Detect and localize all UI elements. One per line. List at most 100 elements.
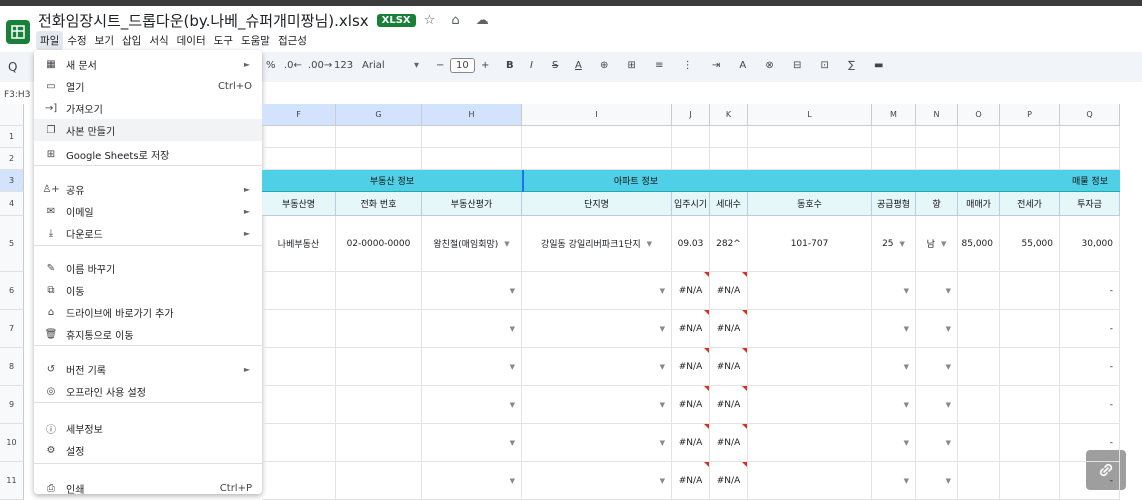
dropdown-chevron-icon[interactable]: ▼ [510, 363, 515, 371]
document-title[interactable]: 전화임장시트_드롭다운(by.나베_슈퍼개미짱님).xlsx [38, 10, 369, 31]
column-label[interactable]: 부동산명 [262, 192, 336, 216]
data-cell[interactable]: #N/A [710, 424, 748, 462]
percent-format-button[interactable]: % [266, 60, 276, 71]
sheets-logo-icon[interactable] [6, 20, 30, 44]
decrease-font-button[interactable]: − [436, 60, 444, 71]
dropdown-chevron-icon[interactable]: ▼ [946, 439, 951, 447]
cell[interactable] [262, 148, 336, 170]
dropdown-chevron-icon[interactable]: ▼ [660, 439, 665, 447]
data-cell[interactable]: ▼ [872, 462, 916, 500]
file-menu-item-16[interactable]: ⎙ 인쇄 Ctrl+P [34, 477, 262, 499]
cell[interactable] [522, 126, 672, 148]
column-label[interactable]: 향 [916, 192, 958, 216]
dropdown-chevron-icon[interactable]: ▼ [904, 439, 909, 447]
data-cell[interactable]: - [1060, 424, 1120, 462]
data-cell[interactable]: - [1060, 386, 1120, 424]
column-header-m[interactable]: M [872, 104, 916, 126]
data-cell[interactable] [262, 272, 336, 310]
dropdown-chevron-icon[interactable]: ▼ [510, 287, 515, 295]
data-cell[interactable]: ▼ [522, 386, 672, 424]
menu-4[interactable]: 서식 [145, 31, 172, 50]
dropdown-chevron-icon[interactable]: ▼ [510, 401, 515, 409]
data-cell[interactable]: #N/A [672, 424, 710, 462]
data-cell[interactable]: ▼ [522, 348, 672, 386]
cell[interactable] [1060, 148, 1120, 170]
dropdown-chevron-icon[interactable]: ▼ [946, 477, 951, 485]
data-cell[interactable]: 85,000 [958, 216, 1000, 272]
column-header-p[interactable]: P [1000, 104, 1060, 126]
file-menu-item-2[interactable]: →] 가져오기 [34, 97, 262, 119]
data-cell[interactable]: ▼ [422, 310, 522, 348]
data-cell[interactable]: 30,000 [1060, 216, 1120, 272]
file-menu-item-3[interactable]: ❐ 사본 만들기 [34, 119, 262, 141]
file-menu-item-8[interactable]: ✎ 이름 바꾸기 [34, 257, 262, 279]
column-label[interactable]: 세대수 [710, 192, 748, 216]
data-cell[interactable] [336, 424, 422, 462]
column-header-i[interactable]: I [522, 104, 672, 126]
data-cell[interactable]: #N/A [710, 272, 748, 310]
column-label[interactable]: 전화 번호 [336, 192, 422, 216]
data-cell[interactable] [748, 348, 872, 386]
dropdown-chevron-icon[interactable]: ▼ [510, 325, 515, 333]
dropdown-chevron-icon[interactable]: ▼ [504, 240, 509, 248]
data-cell[interactable]: ▼ [916, 310, 958, 348]
data-cell[interactable] [1000, 386, 1060, 424]
menu-5[interactable]: 데이터 [173, 31, 210, 50]
dropdown-chevron-icon[interactable]: ▼ [941, 240, 946, 248]
data-cell[interactable]: ▼ [872, 424, 916, 462]
data-cell[interactable]: ▼ [422, 348, 522, 386]
data-cell[interactable]: 25 ▼ [872, 216, 916, 272]
dropdown-chevron-icon[interactable]: ▼ [946, 363, 951, 371]
italic-button[interactable]: I [530, 60, 533, 71]
dropdown-chevron-icon[interactable]: ▼ [660, 401, 665, 409]
cell[interactable] [522, 148, 672, 170]
data-cell[interactable]: ▼ [916, 386, 958, 424]
cell[interactable] [336, 126, 422, 148]
file-menu-item-12[interactable]: ↺ 버전 기록 ► [34, 358, 262, 380]
data-cell[interactable] [958, 348, 1000, 386]
data-cell[interactable] [336, 348, 422, 386]
data-cell[interactable]: ▼ [522, 424, 672, 462]
cell[interactable] [1000, 126, 1060, 148]
row-header-2[interactable]: 2 [0, 148, 24, 170]
cell[interactable] [872, 126, 916, 148]
column-label[interactable]: 동호수 [748, 192, 872, 216]
increase-font-button[interactable]: + [481, 60, 489, 71]
column-header-l[interactable]: L [748, 104, 872, 126]
column-header-q[interactable]: Q [1060, 104, 1120, 126]
data-cell[interactable]: ▼ [916, 462, 958, 500]
cell[interactable] [710, 126, 748, 148]
cell[interactable] [262, 126, 336, 148]
dropdown-chevron-icon[interactable]: ▼ [510, 477, 515, 485]
dropdown-chevron-icon[interactable]: ▼ [904, 401, 909, 409]
data-cell[interactable] [336, 462, 422, 500]
cell[interactable] [422, 126, 522, 148]
data-cell[interactable]: ▼ [422, 386, 522, 424]
column-label[interactable]: 전세가 [1000, 192, 1060, 216]
cell[interactable] [672, 148, 710, 170]
data-cell[interactable]: ▼ [916, 424, 958, 462]
row-header-8[interactable]: 8 [0, 348, 24, 386]
dropdown-chevron-icon[interactable]: ▼ [660, 325, 665, 333]
data-cell[interactable] [748, 462, 872, 500]
cell[interactable] [422, 148, 522, 170]
data-cell[interactable]: ▼ [422, 462, 522, 500]
column-label[interactable]: 매매가 [958, 192, 1000, 216]
data-cell[interactable] [958, 424, 1000, 462]
file-menu-item-5[interactable]: ♙+ 공유 ► [34, 178, 262, 200]
dropdown-chevron-icon[interactable]: ▼ [647, 240, 652, 248]
data-cell[interactable]: 101-707 [748, 216, 872, 272]
data-cell[interactable] [958, 272, 1000, 310]
font-dropdown-icon[interactable]: ▾ [414, 60, 419, 71]
data-cell[interactable] [262, 386, 336, 424]
dropdown-chevron-icon[interactable]: ▼ [904, 363, 909, 371]
menu-0[interactable]: 파일 [36, 31, 64, 50]
data-cell[interactable] [748, 272, 872, 310]
file-menu-item-1[interactable]: ▭ 열기 Ctrl+O [34, 75, 262, 97]
column-label[interactable]: 단지명 [522, 192, 672, 216]
data-cell[interactable] [262, 348, 336, 386]
data-cell[interactable] [336, 310, 422, 348]
data-cell[interactable] [336, 386, 422, 424]
file-menu-item-9[interactable]: ⧉ 이동 [34, 279, 262, 301]
cell[interactable] [672, 126, 710, 148]
